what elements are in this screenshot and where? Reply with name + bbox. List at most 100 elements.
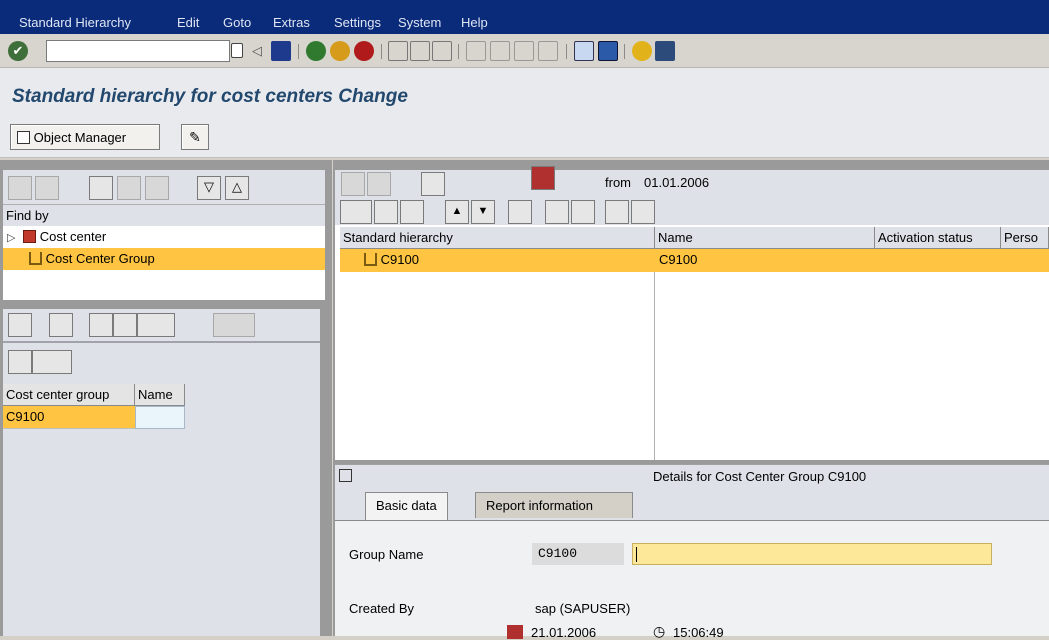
calendar-icon bbox=[507, 625, 523, 639]
overview-icon[interactable] bbox=[421, 172, 445, 196]
find-icon[interactable] bbox=[410, 41, 430, 61]
folder-icon bbox=[339, 469, 352, 482]
cancel-icon[interactable] bbox=[354, 41, 374, 61]
find-by-panel: ▽ △ Find by ▷ Cost center Cost Center Gr… bbox=[3, 170, 325, 300]
tree-node-c9100[interactable]: C9100 bbox=[364, 252, 419, 267]
search-icon[interactable] bbox=[49, 313, 73, 337]
details-header: Details for Cost Center Group C9100 bbox=[335, 464, 1049, 488]
hierarchy-icon[interactable] bbox=[508, 200, 532, 224]
print-icon[interactable] bbox=[8, 350, 32, 374]
group-description-field[interactable] bbox=[632, 543, 992, 565]
menu-edit[interactable]: Edit bbox=[177, 15, 199, 30]
object-manager-button[interactable]: Object Manager bbox=[10, 124, 160, 150]
table-cell-name[interactable] bbox=[135, 406, 185, 429]
command-dropdown-icon[interactable] bbox=[231, 43, 243, 58]
column-divider bbox=[654, 272, 655, 460]
from-date: 01.01.2006 bbox=[644, 175, 710, 190]
created-date: 21.01.2006 bbox=[531, 625, 597, 640]
column-header-standard-hierarchy[interactable]: Standard hierarchy bbox=[340, 227, 655, 249]
exit-icon[interactable] bbox=[330, 41, 350, 61]
display-change-icon[interactable]: ✎ bbox=[181, 124, 209, 150]
filter-icon[interactable] bbox=[137, 313, 175, 337]
move-down-icon[interactable]: ▼ bbox=[471, 200, 495, 224]
sum-icon[interactable] bbox=[213, 313, 255, 337]
calendar-icon[interactable] bbox=[531, 166, 555, 190]
menu-goto[interactable]: Goto bbox=[223, 15, 251, 30]
menu-help[interactable]: Help bbox=[461, 15, 488, 30]
layout-menu-icon[interactable] bbox=[655, 41, 675, 61]
menu-standard-hierarchy[interactable]: Standard Hierarchy bbox=[19, 15, 131, 30]
move-up-icon[interactable]: ▲ bbox=[445, 200, 469, 224]
tree-item-label: Cost center bbox=[39, 229, 107, 244]
hierarchy-icon bbox=[364, 253, 377, 266]
first-page-icon[interactable] bbox=[466, 41, 486, 61]
separator bbox=[566, 44, 567, 59]
last-page-icon[interactable] bbox=[538, 41, 558, 61]
separator bbox=[298, 44, 299, 59]
sort-descending-icon[interactable] bbox=[113, 313, 137, 337]
collapse-icon[interactable]: △ bbox=[225, 176, 249, 200]
delete-icon[interactable] bbox=[400, 200, 424, 224]
details-icon[interactable] bbox=[8, 313, 32, 337]
sort-ascending-icon[interactable] bbox=[89, 313, 113, 337]
help-icon[interactable] bbox=[632, 41, 652, 61]
save-icon[interactable] bbox=[271, 41, 291, 61]
separator bbox=[624, 44, 625, 59]
expand-arrow-icon: ▷ bbox=[7, 232, 16, 244]
tab-report-information[interactable]: Report information bbox=[475, 492, 633, 518]
command-field[interactable] bbox=[46, 40, 230, 62]
expand-node-icon[interactable] bbox=[545, 200, 569, 224]
details-body: Basic data Report information Group Name… bbox=[335, 488, 1049, 640]
back-arrow-icon[interactable]: ◁ bbox=[252, 41, 272, 61]
column-header-group[interactable]: Cost center group bbox=[3, 384, 135, 406]
find-next-icon[interactable] bbox=[432, 41, 452, 61]
cost-center-icon bbox=[23, 230, 37, 243]
tree-view-icon[interactable] bbox=[571, 200, 595, 224]
created-by-value: sap (SAPUSER) bbox=[535, 601, 631, 616]
find-toolbar: ▽ △ bbox=[3, 170, 325, 204]
tree-icon[interactable] bbox=[145, 176, 169, 200]
forward-arrow-icon[interactable] bbox=[367, 172, 391, 196]
menu-settings[interactable]: Settings bbox=[334, 15, 381, 30]
shortcut-icon[interactable] bbox=[598, 41, 618, 61]
layout-icon[interactable] bbox=[631, 200, 655, 224]
find-icon[interactable] bbox=[89, 176, 113, 200]
copy-icon[interactable] bbox=[374, 200, 398, 224]
export-icon[interactable] bbox=[32, 350, 72, 374]
expand-icon[interactable]: ▽ bbox=[197, 176, 221, 200]
tree-item-cost-center-group[interactable]: Cost Center Group bbox=[3, 248, 325, 270]
tree-item-label: Cost Center Group bbox=[45, 251, 155, 266]
find-next-icon[interactable] bbox=[117, 176, 141, 200]
back-arrow-icon[interactable] bbox=[341, 172, 365, 196]
separator bbox=[381, 44, 382, 59]
tree-item-cost-center[interactable]: ▷ Cost center bbox=[3, 226, 325, 248]
find-by-label: Find by bbox=[3, 204, 325, 226]
table-cell-group[interactable]: C9100 bbox=[3, 406, 135, 429]
created-by-label: Created By bbox=[349, 601, 415, 616]
column-header-activation-status[interactable]: Activation status bbox=[875, 227, 1001, 249]
text-cursor bbox=[636, 547, 637, 562]
menu-extras[interactable]: Extras bbox=[273, 15, 310, 30]
menu-system[interactable]: System bbox=[398, 15, 441, 30]
column-header-person[interactable]: Perso bbox=[1001, 227, 1049, 249]
tab-basic-data[interactable]: Basic data bbox=[365, 492, 448, 520]
print-icon[interactable] bbox=[388, 41, 408, 61]
forward-arrow-icon[interactable] bbox=[35, 176, 59, 200]
result-list-panel: Cost center group Name C9100 bbox=[3, 309, 320, 636]
back-arrow-icon[interactable] bbox=[8, 176, 32, 200]
object-manager-label: Object Manager bbox=[33, 130, 127, 145]
application-toolbar: Object Manager ✎ bbox=[0, 118, 1049, 158]
page-title: Standard hierarchy for cost centers Chan… bbox=[12, 86, 408, 107]
column-header-name[interactable]: Name bbox=[655, 227, 875, 249]
enter-icon[interactable]: ✔ bbox=[8, 41, 28, 61]
previous-page-icon[interactable] bbox=[490, 41, 510, 61]
hierarchy-tree: Standard hierarchy Name Activation statu… bbox=[335, 225, 1049, 460]
create-session-icon[interactable] bbox=[574, 41, 594, 61]
back-icon[interactable] bbox=[306, 41, 326, 61]
column-header-name[interactable]: Name bbox=[135, 384, 185, 406]
create-icon[interactable] bbox=[340, 200, 372, 224]
print-icon[interactable] bbox=[605, 200, 629, 224]
next-page-icon[interactable] bbox=[514, 41, 534, 61]
separator bbox=[458, 44, 459, 59]
divider bbox=[3, 341, 320, 343]
